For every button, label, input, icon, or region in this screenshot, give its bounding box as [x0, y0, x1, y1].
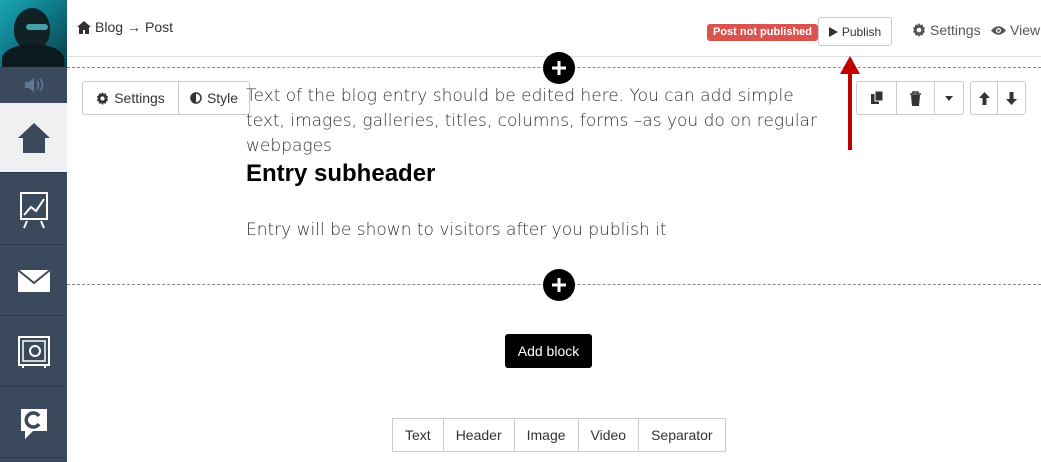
- block-type-image[interactable]: Image: [515, 419, 579, 451]
- status-badge: Post not published: [707, 24, 818, 41]
- entry-note[interactable]: Entry will be shown to visitors after yo…: [246, 218, 667, 243]
- entry-subheader[interactable]: Entry subheader: [246, 160, 435, 188]
- plus-icon: [552, 278, 566, 292]
- gear-icon: [97, 91, 109, 105]
- chart-icon: [19, 191, 48, 228]
- delete-block-button[interactable]: [897, 82, 935, 114]
- eye-icon: [991, 25, 1006, 35]
- sidebar: [0, 0, 67, 462]
- plus-icon: [552, 61, 566, 75]
- caret-down-icon: [945, 95, 953, 101]
- copy-icon: [870, 91, 883, 104]
- arrow-up-icon: [978, 91, 990, 105]
- annotation-arrow-icon: [840, 56, 860, 150]
- mail-icon: [16, 268, 51, 292]
- home-icon: [17, 122, 50, 153]
- entry-paragraph[interactable]: Text of the blog entry should be edited …: [246, 84, 836, 159]
- block-type-video[interactable]: Video: [579, 419, 640, 451]
- block-type-separator[interactable]: Separator: [639, 419, 724, 451]
- sidebar-item-home[interactable]: [0, 103, 67, 173]
- block-type-header[interactable]: Header: [444, 419, 515, 451]
- add-block-below-button[interactable]: [543, 269, 575, 301]
- view-link[interactable]: View: [991, 22, 1040, 38]
- avatar[interactable]: [0, 0, 67, 67]
- view-label: View: [1010, 22, 1041, 38]
- move-down-button[interactable]: [998, 82, 1025, 114]
- publish-button[interactable]: Publish: [818, 17, 892, 46]
- more-actions-dropdown[interactable]: [935, 82, 963, 114]
- avatar-shoulder: [2, 44, 64, 67]
- speaker-icon[interactable]: [0, 67, 67, 103]
- move-up-button[interactable]: [971, 82, 998, 114]
- play-icon: [828, 26, 838, 37]
- breadcrumb-current: Post: [145, 19, 174, 35]
- chat-icon: [20, 408, 47, 439]
- breadcrumb: Blog → Post: [77, 19, 173, 35]
- block-style-button[interactable]: Style: [179, 82, 249, 114]
- add-block-above-button[interactable]: [543, 52, 575, 84]
- block-type-text[interactable]: Text: [393, 419, 444, 451]
- sidebar-item-stats[interactable]: [0, 175, 67, 245]
- breadcrumb-home-link[interactable]: Blog: [95, 19, 123, 35]
- block-settings-label: Settings: [114, 90, 165, 106]
- block-move: [970, 81, 1026, 115]
- top-settings-label: Settings: [930, 22, 981, 38]
- sidebar-item-mail[interactable]: [0, 246, 67, 316]
- top-bar: Blog → Post Post not published Publish S…: [67, 0, 1041, 57]
- home-small-icon: [77, 20, 91, 34]
- avatar-glasses: [26, 24, 48, 30]
- block-style-label: Style: [206, 90, 239, 106]
- publish-label: Publish: [841, 24, 882, 39]
- top-settings-link[interactable]: Settings: [912, 22, 981, 38]
- block-type-selector: Text Header Image Video Separator: [392, 418, 726, 452]
- arrow-down-icon: [1006, 91, 1017, 105]
- gear-icon: [913, 23, 925, 37]
- breadcrumb-separator: →: [127, 19, 142, 35]
- safe-icon: [17, 335, 50, 368]
- block-actions: [856, 81, 964, 115]
- block-toolbar: Settings Style: [82, 81, 250, 115]
- sidebar-item-safe[interactable]: [0, 317, 67, 387]
- duplicate-block-button[interactable]: [857, 82, 897, 114]
- sidebar-item-chat[interactable]: [0, 388, 67, 458]
- trash-icon: [910, 90, 921, 106]
- block-settings-button[interactable]: Settings: [83, 82, 179, 114]
- contrast-icon: [190, 92, 202, 104]
- add-block-button[interactable]: Add block: [505, 334, 592, 368]
